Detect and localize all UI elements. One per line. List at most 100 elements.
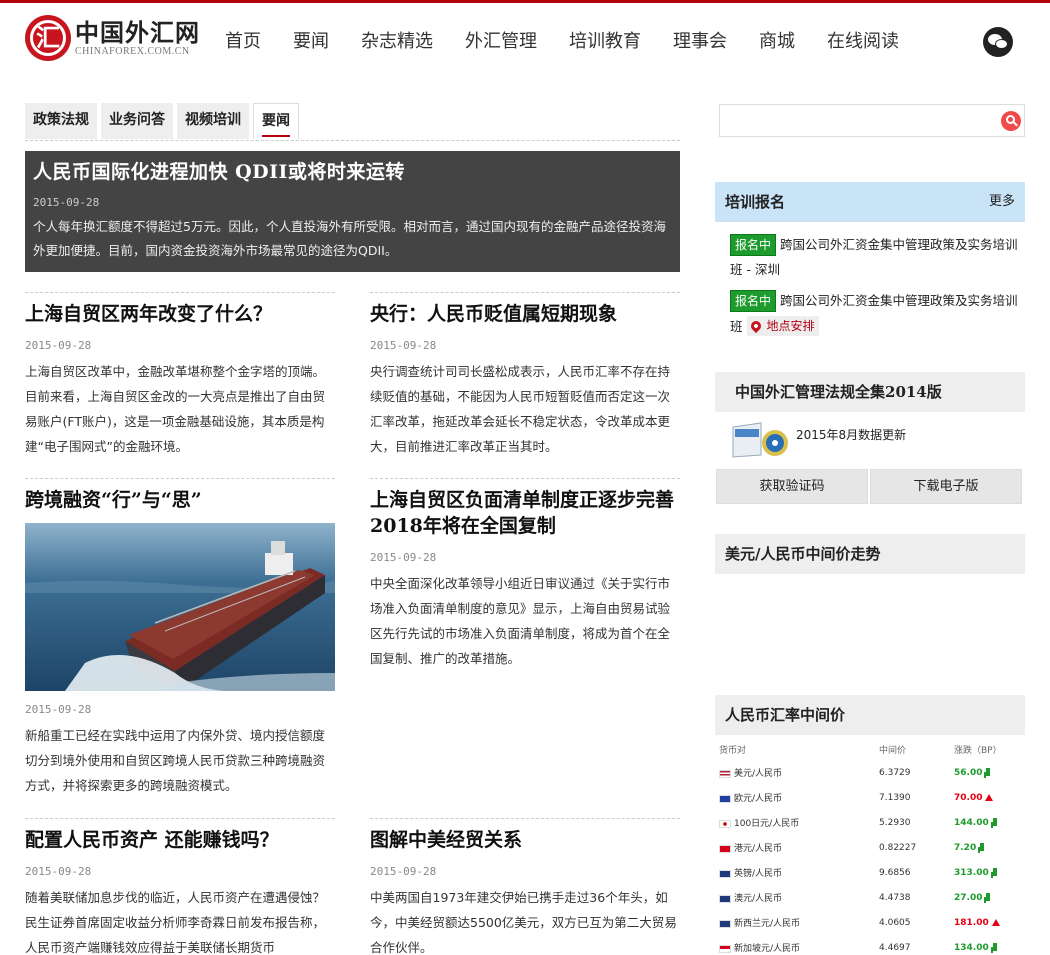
tab-policy[interactable]: 政策法规 bbox=[25, 103, 97, 139]
article-summary: 中美两国自1973年建交伊始已携手走过36个年头，如今，中美经贸额达5500亿美… bbox=[370, 890, 677, 955]
article-summary: 央行调查统计司司长盛松成表示，人民币汇率不存在持续贬值的基础，不能因为人民币短暂… bbox=[370, 364, 671, 454]
rate-row[interactable]: 新西兰元/人民币 4.0605 181.00 bbox=[719, 910, 1019, 935]
price-change: 181.00 bbox=[954, 917, 989, 928]
article-title[interactable]: 图解中美经贸关系 bbox=[370, 827, 680, 853]
rate-row[interactable]: 英镑/人民币 9.6856 313.00 bbox=[719, 860, 1019, 885]
nav-council[interactable]: 理事会 bbox=[673, 27, 727, 53]
nav-online-reading[interactable]: 在线阅读 bbox=[827, 27, 899, 53]
mid-price: 4.0605 bbox=[879, 917, 911, 928]
training-title: 培训报名 bbox=[725, 193, 786, 211]
featured-article[interactable]: 人民币国际化进程加快 QDII或将时来运转 2015-09-28 个人每年换汇额… bbox=[25, 151, 680, 272]
price-change: 56.00 bbox=[954, 767, 983, 778]
main-nav: 首页 要闻 杂志精选 外汇管理 培训教育 理事会 商城 在线阅读 bbox=[225, 27, 931, 53]
rate-row[interactable]: 100日元/人民币 5.2930 144.00 bbox=[719, 810, 1019, 835]
featured-date: 2015-09-28 bbox=[33, 196, 100, 209]
search-icon[interactable] bbox=[1001, 111, 1021, 131]
col-header-change: 涨跌（BP） bbox=[954, 745, 1002, 756]
mid-price: 5.2930 bbox=[879, 817, 911, 828]
article-title[interactable]: 上海自贸区两年改变了什么？ bbox=[25, 301, 335, 327]
cd-book-icon[interactable] bbox=[731, 419, 789, 459]
wechat-icon[interactable] bbox=[983, 27, 1013, 57]
col-header-pair: 货币对 bbox=[719, 745, 747, 756]
article-card: 央行：人民币贬值属短期现象 2015-09-28 央行调查统计司司长盛松成表示，… bbox=[370, 301, 680, 459]
mid-price: 7.1390 bbox=[879, 792, 911, 803]
download-ebook-button[interactable]: 下载电子版 bbox=[870, 469, 1022, 504]
divider bbox=[25, 818, 335, 819]
price-change: 7.20 bbox=[954, 842, 977, 853]
currency-pair: 100日元/人民币 bbox=[734, 819, 800, 829]
divider bbox=[370, 818, 680, 819]
divider bbox=[370, 292, 680, 293]
get-code-button[interactable]: 获取验证码 bbox=[716, 469, 868, 504]
category-tabs: 政策法规 业务问答 视频培训 要闻 bbox=[25, 103, 303, 139]
mid-price: 0.82227 bbox=[879, 842, 917, 853]
article-card: 跨境融资“行”与“思” 2015-09-28 新船重工已经在实践中运用了内保外贷… bbox=[25, 487, 335, 798]
rate-row[interactable]: 新加坡元/人民币 4.4697 134.00 bbox=[719, 935, 1019, 955]
site-header: 汇 中国外汇网 CHINAFOREX.COM.CN 首页 要闻 杂志精选 外汇管… bbox=[0, 3, 1050, 75]
currency-pair: 新西兰元/人民币 bbox=[734, 919, 801, 929]
article-card: 图解中美经贸关系 2015-09-28 中美两国自1973年建交伊始已携手走过3… bbox=[370, 827, 680, 955]
article-summary: 上海自贸区改革中，金融改革堪称整个金字塔的顶端。目前来看，上海自贸区金改的一大亮… bbox=[25, 364, 326, 454]
article-title[interactable]: 央行：人民币贬值属短期现象 bbox=[370, 301, 680, 327]
divider bbox=[25, 292, 335, 293]
nav-news[interactable]: 要闻 bbox=[293, 27, 329, 53]
article-date: 2015-09-28 bbox=[25, 339, 92, 352]
rate-row[interactable]: 美元/人民币 6.3729 56.00 bbox=[719, 760, 1019, 785]
nav-magazine[interactable]: 杂志精选 bbox=[361, 27, 433, 53]
currency-pair: 港元/人民币 bbox=[734, 844, 783, 854]
flag-icon bbox=[719, 894, 731, 903]
price-change: 134.00 bbox=[954, 942, 989, 953]
flag-icon bbox=[719, 844, 731, 853]
currency-pair: 欧元/人民币 bbox=[734, 794, 783, 804]
article-date: 2015-09-28 bbox=[25, 865, 92, 878]
nav-shop[interactable]: 商城 bbox=[759, 27, 795, 53]
mid-price: 4.4738 bbox=[879, 892, 911, 903]
rate-row[interactable]: 澳元/人民币 4.4738 27.00 bbox=[719, 885, 1019, 910]
flag-icon bbox=[719, 794, 731, 803]
article-title[interactable]: 上海自贸区负面清单制度正逐步完善 2018年将在全国复制 bbox=[370, 487, 680, 539]
price-change: 70.00 bbox=[954, 792, 983, 803]
nav-forex-management[interactable]: 外汇管理 bbox=[465, 27, 537, 53]
featured-summary: 个人每年换汇额度不得超过5万元。因此，个人直投海外有所受限。相对而言，通过国内现… bbox=[33, 219, 666, 258]
flag-icon bbox=[719, 869, 731, 878]
nav-training[interactable]: 培训教育 bbox=[569, 27, 641, 53]
article-summary: 随着美联储加息步伐的临近，人民币资产在遭遇侵蚀？民生证券首席固定收益分析师李奇霖… bbox=[25, 890, 326, 955]
tab-qa[interactable]: 业务问答 bbox=[101, 103, 173, 139]
regulations-title[interactable]: 中国外汇管理法规全集2014版 bbox=[735, 383, 942, 401]
status-badge: 报名中 bbox=[730, 234, 777, 256]
trend-panel-header: 美元/人民币中间价走势 bbox=[715, 534, 1025, 574]
location-badge[interactable]: 地点安排 bbox=[746, 316, 819, 336]
rate-row[interactable]: 欧元/人民币 7.1390 70.00 bbox=[719, 785, 1019, 810]
article-date: 2015-09-28 bbox=[370, 339, 437, 352]
flag-icon bbox=[719, 819, 731, 828]
price-change: 313.00 bbox=[954, 867, 989, 878]
search-box bbox=[719, 104, 1025, 137]
training-item[interactable]: 报名中 跨国公司外汇资金集中管理政策及实务培训班 - 深圳 bbox=[730, 232, 1025, 282]
rate-row[interactable]: 港元/人民币 0.82227 7.20 bbox=[719, 835, 1019, 860]
divider bbox=[25, 478, 335, 479]
currency-pair: 美元/人民币 bbox=[734, 769, 783, 779]
article-summary: 中央全面深化改革领导小组近日审议通过《关于实行市场准入负面清单制度的意见》显示，… bbox=[370, 576, 671, 666]
tab-news[interactable]: 要闻 bbox=[253, 103, 299, 139]
article-card: 配置人民币资产 还能赚钱吗？ 2015-09-28 随着美联储加息步伐的临近，人… bbox=[25, 827, 335, 955]
divider bbox=[25, 140, 680, 141]
article-title[interactable]: 跨境融资“行”与“思” bbox=[25, 487, 335, 513]
flag-icon bbox=[719, 919, 731, 928]
down-indicator-icon bbox=[986, 893, 991, 901]
col-header-price: 中间价 bbox=[879, 745, 907, 756]
featured-title[interactable]: 人民币国际化进程加快 QDII或将时来运转 bbox=[33, 157, 672, 184]
training-item[interactable]: 报名中 跨国公司外汇资金集中管理政策及实务培训班 地点安排 bbox=[730, 288, 1025, 339]
tab-video[interactable]: 视频培训 bbox=[177, 103, 249, 139]
nav-home[interactable]: 首页 bbox=[225, 27, 261, 53]
search-input[interactable] bbox=[720, 105, 990, 135]
flag-icon bbox=[719, 769, 731, 778]
rates-table: 货币对 中间价 涨跌（BP） 美元/人民币 6.3729 56.00 欧元/人民币 7.… bbox=[719, 738, 1019, 955]
trend-title: 美元/人民币中间价走势 bbox=[725, 545, 881, 563]
price-change: 144.00 bbox=[954, 817, 989, 828]
currency-pair: 英镑/人民币 bbox=[734, 869, 783, 879]
article-title[interactable]: 配置人民币资产 还能赚钱吗？ bbox=[25, 827, 335, 853]
ship-image[interactable] bbox=[25, 523, 335, 691]
site-logo[interactable]: 汇 中国外汇网 CHINAFOREX.COM.CN bbox=[25, 15, 200, 61]
logo-domain: CHINAFOREX.COM.CN bbox=[75, 45, 190, 57]
training-more-link[interactable]: 更多 bbox=[989, 182, 1015, 222]
